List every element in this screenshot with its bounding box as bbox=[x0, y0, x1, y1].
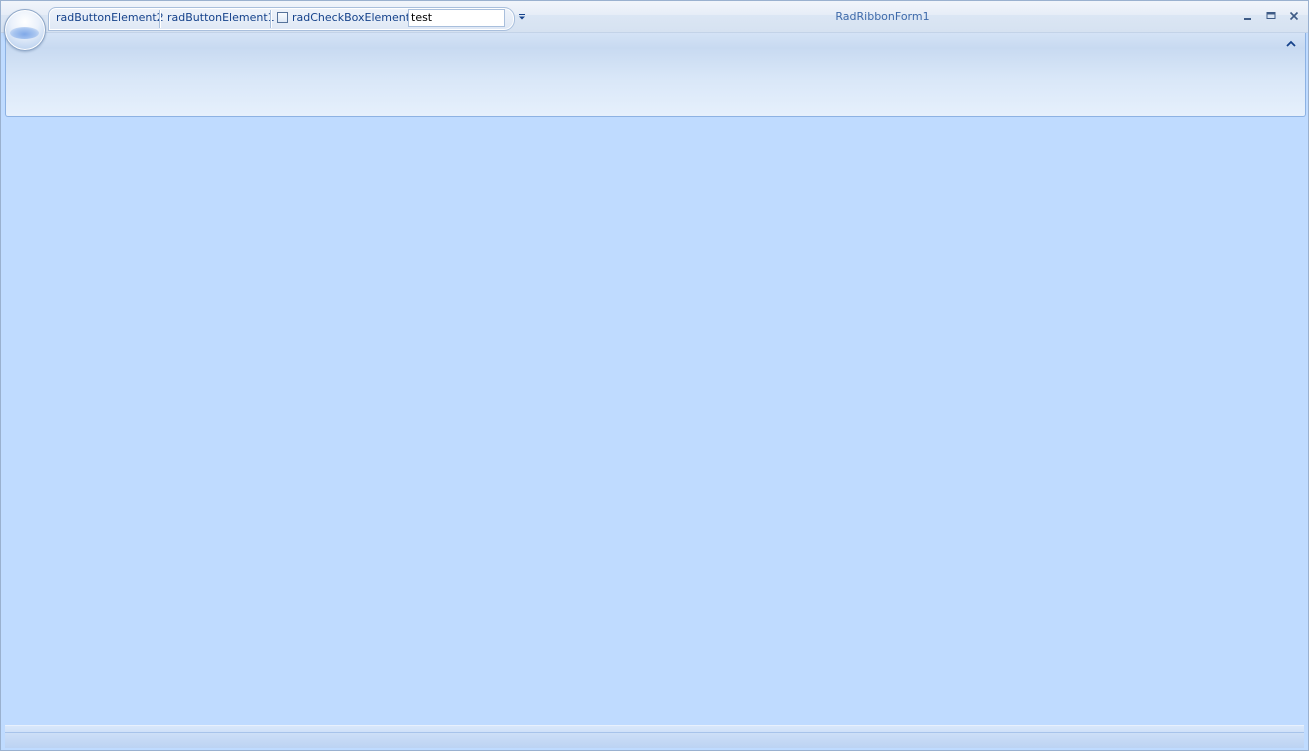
qat-separator bbox=[159, 10, 160, 28]
chevron-up-icon bbox=[1286, 40, 1296, 47]
maximize-button[interactable] bbox=[1261, 7, 1281, 25]
close-icon bbox=[1289, 11, 1299, 21]
checkbox-icon[interactable] bbox=[277, 12, 288, 23]
application-menu-button[interactable] bbox=[4, 9, 46, 51]
ribbon-bar bbox=[5, 33, 1306, 117]
minimize-button[interactable] bbox=[1238, 7, 1258, 25]
checkbox-label: radCheckBoxElement1 bbox=[292, 11, 418, 24]
qat-checkbox-radcheckboxelement1[interactable]: radCheckBoxElement1 bbox=[277, 8, 417, 30]
application-button-glow bbox=[10, 27, 39, 39]
chevron-down-icon[interactable] bbox=[516, 10, 528, 24]
title-bar: radButtonElement2 radButtonElement1 radC… bbox=[1, 1, 1308, 33]
status-bar bbox=[5, 725, 1304, 748]
ribbon-form-window: radButtonElement2 radButtonElement1 radC… bbox=[0, 0, 1309, 751]
qat-separator bbox=[270, 10, 271, 28]
close-button[interactable] bbox=[1284, 7, 1304, 25]
ribbon-collapse-button[interactable] bbox=[1283, 36, 1299, 52]
window-title: RadRibbonForm1 bbox=[835, 10, 930, 23]
status-bar-divider bbox=[5, 732, 1304, 733]
qat-button-radbuttonelement1[interactable]: radButtonElement1 bbox=[167, 8, 275, 30]
qat-textbox[interactable] bbox=[408, 9, 505, 27]
maximize-icon bbox=[1266, 12, 1276, 19]
minimize-icon bbox=[1244, 18, 1251, 20]
qat-button-radbuttonelement2[interactable]: radButtonElement2 bbox=[56, 8, 164, 30]
quick-access-toolbar: radButtonElement2 radButtonElement1 radC… bbox=[48, 7, 515, 31]
